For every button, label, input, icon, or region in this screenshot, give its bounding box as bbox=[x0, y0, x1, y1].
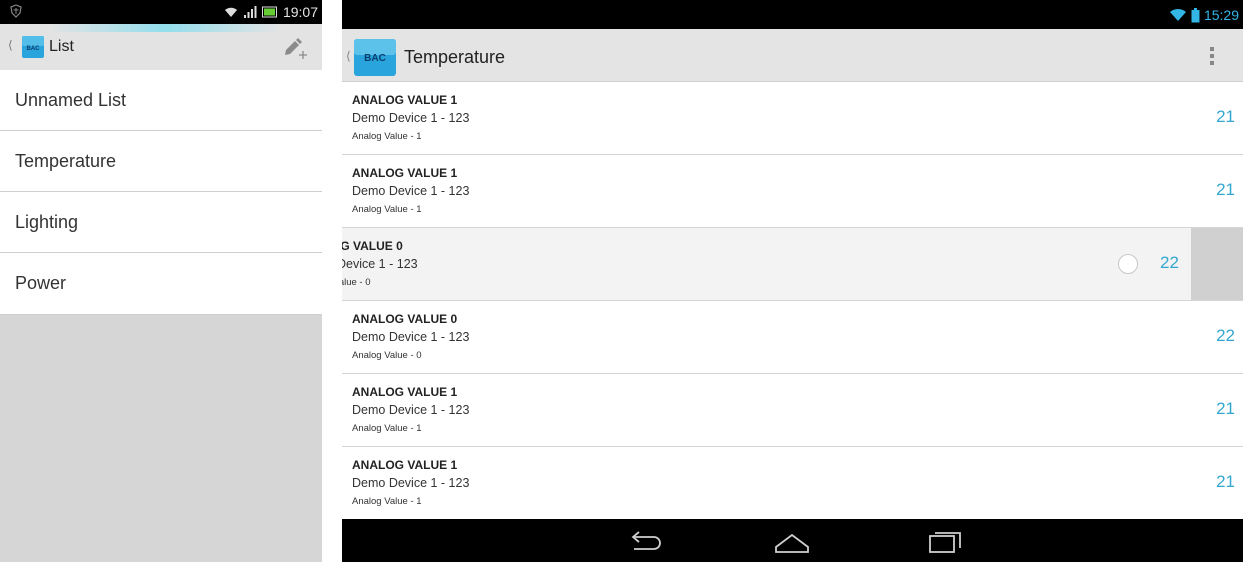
recent-apps-icon[interactable] bbox=[924, 527, 964, 555]
overflow-menu-icon[interactable] bbox=[1204, 44, 1220, 68]
page-title: List bbox=[49, 38, 74, 55]
battery-icon bbox=[1191, 7, 1200, 22]
point-value: 21 bbox=[1216, 107, 1235, 126]
signal-icon bbox=[243, 6, 257, 18]
point-device: Demo Device 1 - 123 bbox=[352, 111, 470, 125]
page-title: Temperature bbox=[404, 47, 506, 67]
point-value: 21 bbox=[1216, 472, 1235, 491]
point-device: Demo Device 1 - 123 bbox=[352, 184, 470, 198]
point-row[interactable]: ANALOG VALUE 0 Demo Device 1 - 123 Analo… bbox=[342, 301, 1243, 374]
point-value: 21 bbox=[1216, 180, 1235, 199]
point-row[interactable]: ANALOG VALUE 1 Demo Device 1 - 123 Analo… bbox=[342, 155, 1243, 228]
point-name: ANALOG VALUE 1 bbox=[352, 385, 458, 399]
list-of-lists: Unnamed List Temperature Lighting Power bbox=[0, 70, 322, 315]
point-value: 22 bbox=[1160, 253, 1179, 272]
selection-circle-icon[interactable] bbox=[1118, 254, 1138, 274]
point-object: 'alue - 0 bbox=[342, 277, 371, 288]
point-device: Demo Device 1 - 123 bbox=[352, 403, 470, 417]
status-time: 15:29 bbox=[1203, 7, 1239, 23]
list-item-label: Temperature bbox=[15, 150, 117, 171]
shield-icon bbox=[10, 4, 22, 18]
point-device: Device 1 - 123 bbox=[342, 257, 418, 271]
status-icons: 19:07 bbox=[224, 2, 318, 22]
point-row[interactable]: ANALOG VALUE 1 Demo Device 1 - 123 Analo… bbox=[342, 82, 1243, 155]
list-item[interactable]: Power bbox=[0, 253, 322, 315]
point-row[interactable]: ANALOG VALUE 1 Demo Device 1 - 123 Analo… bbox=[342, 447, 1243, 520]
list-item-label: Lighting bbox=[15, 211, 79, 232]
point-list: ANALOG VALUE 1 Demo Device 1 - 123 Analo… bbox=[342, 82, 1243, 520]
battery-icon bbox=[261, 6, 277, 18]
status-time: 19:07 bbox=[282, 4, 318, 20]
navigation-bar bbox=[342, 519, 1243, 562]
action-bar-glow bbox=[50, 24, 280, 32]
swipe-content[interactable]: ıG VALUE 0 Device 1 - 123 'alue - 0 22 bbox=[342, 228, 1191, 300]
point-object: Analog Value - 0 bbox=[352, 350, 422, 361]
point-object: Analog Value - 1 bbox=[352, 204, 422, 215]
wifi-icon bbox=[1169, 8, 1186, 21]
point-name: ıG VALUE 0 bbox=[342, 239, 403, 253]
up-caret-icon[interactable]: ⟨ bbox=[8, 38, 13, 52]
tablet-screen: 15:29 ⟨ BAC Temperature ANALOG VALUE 1 D… bbox=[342, 0, 1243, 562]
point-value: 22 bbox=[1216, 326, 1235, 345]
status-bar: 15:29 bbox=[342, 0, 1243, 29]
list-item[interactable]: Temperature bbox=[0, 131, 322, 192]
phone-screen: 19:07 ⟨ BAC List Unnamed List Temperatur… bbox=[0, 0, 322, 562]
add-pencil-icon[interactable] bbox=[282, 34, 308, 60]
point-name: ANALOG VALUE 1 bbox=[352, 458, 458, 472]
point-object: Analog Value - 1 bbox=[352, 423, 422, 434]
status-bar: 19:07 bbox=[0, 0, 322, 24]
app-icon[interactable]: BAC bbox=[354, 39, 396, 76]
wifi-icon bbox=[224, 7, 237, 17]
point-row-swiping[interactable]: ıG VALUE 0 Device 1 - 123 'alue - 0 22 bbox=[342, 228, 1243, 301]
list-item[interactable]: Lighting bbox=[0, 192, 322, 253]
list-item[interactable]: Unnamed List bbox=[0, 70, 322, 131]
home-icon[interactable] bbox=[772, 527, 812, 555]
point-value: 21 bbox=[1216, 399, 1235, 418]
back-icon[interactable] bbox=[624, 527, 664, 555]
point-object: Analog Value - 1 bbox=[352, 496, 422, 507]
point-name: ANALOG VALUE 1 bbox=[352, 93, 458, 107]
point-row[interactable]: ANALOG VALUE 1 Demo Device 1 - 123 Analo… bbox=[342, 374, 1243, 447]
app-icon-label: BAC bbox=[364, 53, 386, 64]
point-name: ANALOG VALUE 0 bbox=[352, 312, 458, 326]
app-icon[interactable]: BAC bbox=[22, 36, 44, 58]
point-device: Demo Device 1 - 123 bbox=[352, 476, 470, 490]
app-icon-label: BAC bbox=[27, 46, 41, 52]
up-caret-icon[interactable]: ⟨ bbox=[346, 49, 351, 63]
point-device: Demo Device 1 - 123 bbox=[352, 330, 470, 344]
point-object: Analog Value - 1 bbox=[352, 131, 422, 142]
point-name: ANALOG VALUE 1 bbox=[352, 166, 458, 180]
list-item-label: Power bbox=[15, 273, 67, 293]
list-item-label: Unnamed List bbox=[15, 89, 127, 110]
status-icons: 15:29 bbox=[1169, 4, 1239, 26]
